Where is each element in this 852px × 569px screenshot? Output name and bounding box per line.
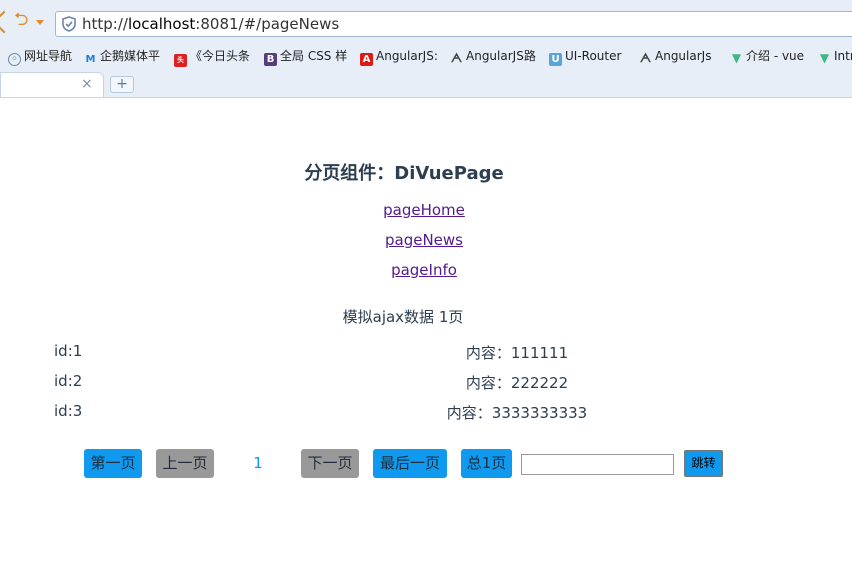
bookmark-item[interactable]: ◦ 网址导航 <box>8 47 73 66</box>
vue-icon: ▼ <box>819 51 830 65</box>
prev-page-button[interactable]: 上一页 <box>156 449 214 478</box>
table-row: id:1 内容：111111 <box>0 342 852 364</box>
angularjs-ui-icon: ᗅ <box>639 51 652 65</box>
bookmark-item[interactable]: ▼ 介绍 - vue <box>730 47 804 65</box>
bookmark-item[interactable]: M 企鹅媒体平 <box>84 47 161 65</box>
bookmark-label: AngularJS: <box>376 49 438 63</box>
total-pages-badge: 总1页 <box>461 449 512 478</box>
current-page-number[interactable]: 1 <box>250 449 266 478</box>
jump-button[interactable]: 跳转 <box>684 450 723 477</box>
bookmark-label: AngularJS路 <box>466 49 536 63</box>
bookmark-item[interactable]: B 全局 CSS 样 <box>264 47 348 66</box>
url-host: localhost <box>127 15 196 33</box>
bookmark-label: 全局 CSS 样 <box>280 49 348 63</box>
nav-link-page-home[interactable]: pageHome <box>0 201 848 219</box>
bookmark-label: Intr <box>834 49 852 63</box>
tab-active[interactable]: × <box>0 72 104 97</box>
bootstrap-icon: B <box>264 53 277 66</box>
globe-icon: ◦ <box>8 53 21 66</box>
nav-link-page-news[interactable]: pageNews <box>0 231 848 249</box>
address-bar[interactable]: http://localhost:8081/#/pageNews <box>55 11 852 37</box>
data-caption: 模拟ajax数据 1页 <box>342 308 464 326</box>
next-page-button[interactable]: 下一页 <box>301 449 359 478</box>
bookmark-label: 企鹅媒体平 <box>100 49 161 63</box>
bookmark-label: 介绍 - vue <box>746 49 805 63</box>
chevron-down-icon[interactable] <box>36 20 44 25</box>
bookmark-item[interactable]: ▼ Intr <box>818 47 852 65</box>
bookmark-label: 网址导航 <box>24 49 73 63</box>
shield-icon <box>62 16 76 32</box>
row-content: 内容：111111 <box>465 344 569 362</box>
url-prefix: http:// <box>82 15 128 33</box>
undo-icon[interactable]: ⮌ <box>14 10 28 30</box>
last-page-button[interactable]: 最后一页 <box>373 449 447 478</box>
ui-router-icon: U <box>549 53 562 66</box>
row-content: 内容：222222 <box>465 374 569 392</box>
bookmark-item[interactable]: ᗅ AngularJs <box>639 47 712 65</box>
url-text: http://localhost:8081/#/pageNews <box>82 15 339 33</box>
bookmark-item[interactable]: U UI-Router <box>549 47 622 66</box>
bookmarks-bar: ◦ 网址导航 M 企鹅媒体平 头《今日头条 B 全局 CSS 样 A AngularJS… <box>0 44 852 68</box>
angularjs-ui-icon: ᗅ <box>450 51 463 65</box>
vue-icon: ▼ <box>731 51 742 65</box>
new-tab-button[interactable]: + <box>110 76 134 93</box>
nav-link-page-info[interactable]: pageInfo <box>0 261 848 279</box>
penguin-media-icon: M <box>85 54 96 65</box>
table-row: id:3 内容：3333333333 <box>0 402 852 424</box>
first-page-button[interactable]: 第一页 <box>84 449 142 478</box>
browser-chrome: ⮌ http://localhost:8081/#/pageNews ◦ 网址导航… <box>0 0 852 98</box>
tab-strip: × + <box>0 70 852 97</box>
bookmark-item[interactable]: ᗅ AngularJS路 <box>450 47 536 65</box>
browser-toolbar: ⮌ http://localhost:8081/#/pageNews <box>0 0 852 44</box>
toutiao-icon: 头 <box>174 54 187 67</box>
page-jump-input[interactable] <box>521 454 674 475</box>
close-icon[interactable]: × <box>81 76 93 92</box>
bookmark-label: AngularJs <box>655 49 712 63</box>
bookmark-label: 《今日头条 <box>190 49 251 63</box>
bookmark-label: UI-Router <box>565 49 622 63</box>
bookmark-item[interactable]: 头《今日头条 <box>174 47 251 67</box>
page-content: 分页组件：DiVuePage pageHome pageNews pageInf… <box>0 98 852 569</box>
page-title: 分页组件：DiVuePage <box>304 163 504 184</box>
table-row: id:2 内容：222222 <box>0 372 852 394</box>
bookmark-item[interactable]: A AngularJS: <box>360 47 438 66</box>
row-content: 内容：3333333333 <box>446 404 588 422</box>
url-rest: :8081/#/pageNews <box>195 15 340 33</box>
angular-icon: A <box>360 53 373 66</box>
